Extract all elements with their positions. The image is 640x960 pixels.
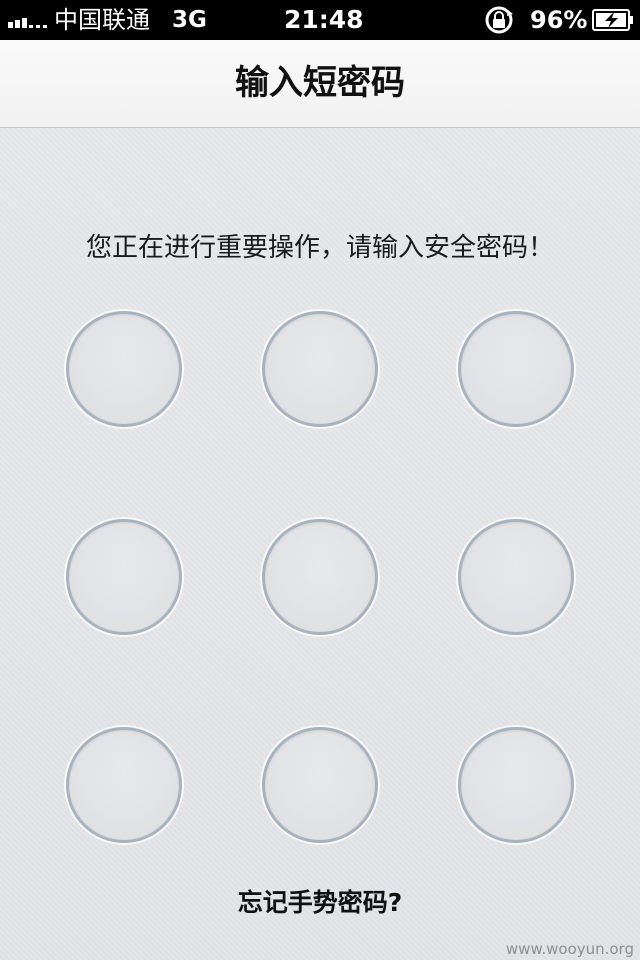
gesture-point-7[interactable] xyxy=(66,727,182,843)
gesture-point-6[interactable] xyxy=(458,519,574,635)
forgot-gesture-password-link[interactable]: 忘记手势密码? xyxy=(0,886,640,920)
watermark: www.wooyun.org xyxy=(505,940,634,958)
gesture-point-1[interactable] xyxy=(66,311,182,427)
gesture-point-9[interactable] xyxy=(458,727,574,843)
gesture-point-3[interactable] xyxy=(458,311,574,427)
gesture-point-5[interactable] xyxy=(262,519,378,635)
gesture-point-8[interactable] xyxy=(262,727,378,843)
gesture-point-4[interactable] xyxy=(66,519,182,635)
gesture-grid[interactable] xyxy=(0,0,640,960)
gesture-point-2[interactable] xyxy=(262,311,378,427)
